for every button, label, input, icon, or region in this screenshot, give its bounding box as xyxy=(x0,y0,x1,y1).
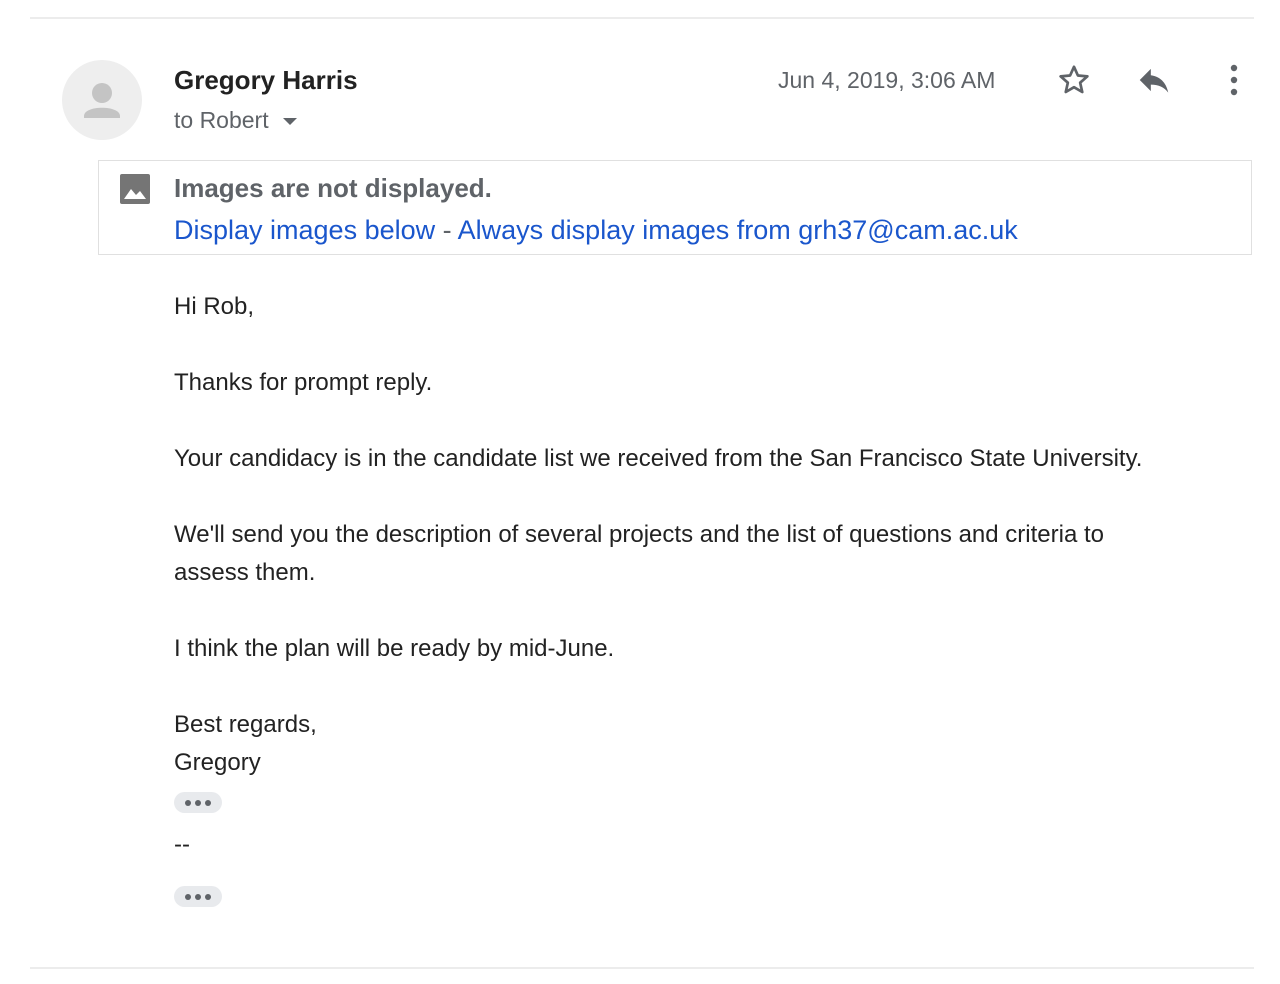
show-trimmed-content-button[interactable] xyxy=(174,792,222,813)
ellipsis-dot-icon xyxy=(205,893,211,900)
recipient-dropdown[interactable]: to Robert xyxy=(174,104,297,136)
body-paragraph: Thanks for prompt reply. xyxy=(174,369,433,396)
display-images-below-link[interactable]: Display images below xyxy=(174,215,435,245)
bottom-divider xyxy=(30,967,1254,969)
person-icon xyxy=(84,83,120,118)
images-not-displayed-banner: Images are not displayed. Display images… xyxy=(98,160,1252,255)
body-signoff: Best regards, xyxy=(174,711,317,738)
top-divider xyxy=(30,17,1254,19)
body-paragraph: Your candidacy is in the candidate list … xyxy=(174,445,1143,472)
sender-avatar[interactable] xyxy=(62,60,142,140)
banner-title: Images are not displayed. xyxy=(174,173,492,203)
link-separator: - xyxy=(435,215,458,245)
reply-button[interactable] xyxy=(1132,58,1176,102)
caret-down-icon xyxy=(282,117,297,125)
banner-links: Display images below - Always display im… xyxy=(174,214,1018,246)
ellipsis-dot-icon xyxy=(195,893,201,900)
recipient-label: to Robert xyxy=(174,107,269,133)
star-button[interactable] xyxy=(1052,58,1096,102)
more-options-button[interactable] xyxy=(1212,58,1256,102)
image-icon xyxy=(120,174,150,204)
more-vert-icon xyxy=(1230,64,1238,96)
body-signature: Gregory xyxy=(174,749,261,776)
ellipsis-dot-icon xyxy=(185,799,191,806)
show-trimmed-content-button[interactable] xyxy=(174,886,222,907)
always-display-images-link[interactable]: Always display images from grh37@cam.ac.… xyxy=(458,215,1018,245)
body-paragraph: I think the plan will be ready by mid-Ju… xyxy=(174,635,615,662)
body-paragraph: assess them. xyxy=(174,559,316,586)
ellipsis-dot-icon xyxy=(195,799,201,806)
email-message-view: Gregory Harris to Robert Jun 4, 2019, 3:… xyxy=(0,0,1280,984)
message-date: Jun 4, 2019, 3:06 AM xyxy=(778,67,996,93)
body-paragraph: We'll send you the description of severa… xyxy=(174,521,1104,548)
ellipsis-dot-icon xyxy=(185,893,191,900)
star-outline-icon xyxy=(1059,65,1089,94)
signature-separator: -- xyxy=(174,831,190,858)
body-greeting: Hi Rob, xyxy=(174,293,255,320)
sender-name[interactable]: Gregory Harris xyxy=(174,64,358,96)
ellipsis-dot-icon xyxy=(205,799,211,806)
reply-icon xyxy=(1139,68,1169,93)
